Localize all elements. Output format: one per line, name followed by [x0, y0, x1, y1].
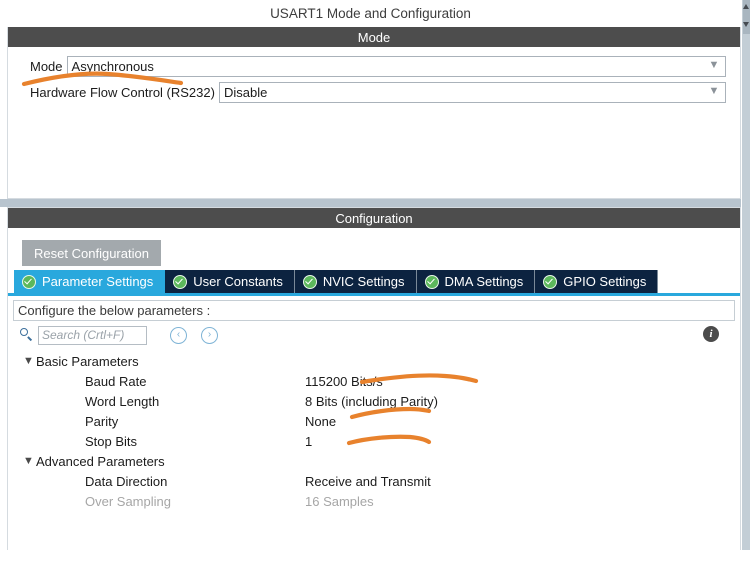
configuration-panel: Configuration Reset Configuration Parame…: [7, 207, 741, 570]
parameter-name: Stop Bits: [85, 433, 138, 449]
info-icon[interactable]: i: [703, 326, 719, 342]
chevron-down-icon: ▼: [23, 354, 34, 367]
reset-button-area: Reset Configuration: [8, 228, 740, 270]
configuration-panel-body: Reset Configuration Parameter Settings U…: [8, 228, 740, 570]
configuration-band-label: Configuration: [8, 208, 740, 228]
parameter-value: 16 Samples: [305, 493, 374, 509]
mode-field-label: Mode: [30, 59, 63, 74]
mode-panel: Mode Mode Asynchronous ▼ Hardware Flow C…: [7, 27, 741, 199]
group-label: Advanced Parameters: [36, 453, 165, 469]
parameter-value: 1: [305, 433, 313, 449]
group-header-basic-parameters[interactable]: ▼ Basic Parameters: [8, 351, 740, 371]
check-circle-icon: [173, 274, 188, 289]
search-previous-button[interactable]: ‹: [170, 326, 187, 344]
tab-label: NVIC Settings: [322, 274, 405, 289]
settings-tab-bar: Parameter Settings User Constants NVIC S…: [8, 270, 740, 296]
hardware-flow-control-label: Hardware Flow Control (RS232): [30, 85, 215, 100]
configure-hint-strip: Configure the below parameters :: [13, 300, 735, 321]
window-title-bar: USART1 Mode and Configuration: [0, 0, 741, 27]
mode-select[interactable]: Asynchronous ▼: [66, 56, 726, 77]
configure-hint-text: Configure the below parameters :: [18, 303, 211, 318]
parameter-name: Baud Rate: [85, 373, 147, 389]
tab-user-constants[interactable]: User Constants: [165, 270, 295, 293]
tab-label: Parameter Settings: [42, 274, 154, 289]
tab-parameter-settings[interactable]: Parameter Settings: [14, 270, 166, 293]
chevron-down-icon: ▼: [23, 454, 34, 467]
tab-label: User Constants: [193, 274, 283, 289]
table-row[interactable]: Data Direction Receive and Transmit: [8, 471, 740, 491]
search-placeholder: Search (Crtl+F): [42, 328, 125, 342]
group-header-advanced-parameters[interactable]: ▼ Advanced Parameters: [8, 451, 740, 471]
tab-nvic-settings[interactable]: NVIC Settings: [294, 270, 417, 293]
tab-dma-settings[interactable]: DMA Settings: [416, 270, 536, 293]
table-row: Over Sampling 16 Samples: [8, 491, 740, 511]
parameter-name: Word Length: [85, 393, 160, 409]
parameter-name: Parity: [85, 413, 119, 429]
check-circle-icon: [424, 274, 439, 289]
panel-divider: [0, 199, 741, 207]
scroll-down-arrow-icon[interactable]: [743, 22, 749, 27]
check-circle-icon: [302, 274, 317, 289]
hardware-flow-control-select[interactable]: Disable ▼: [218, 82, 726, 103]
scroll-up-arrow-icon[interactable]: [743, 4, 749, 9]
mode-field-row: Mode Asynchronous ▼: [8, 56, 740, 77]
check-circle-icon: [22, 274, 36, 289]
parameter-search-row: Search (Crtl+F) ‹ › i: [8, 321, 740, 349]
search-input[interactable]: Search (Crtl+F): [38, 325, 147, 345]
mode-select-value: Asynchronous: [71, 59, 154, 74]
reset-configuration-button[interactable]: Reset Configuration: [22, 240, 161, 266]
mode-band-label: Mode: [8, 27, 740, 47]
usart-configuration-window: USART1 Mode and Configuration Mode Mode …: [0, 0, 750, 570]
parameter-name: Over Sampling: [85, 493, 171, 509]
vertical-scrollbar[interactable]: [741, 0, 750, 550]
search-icon: [20, 328, 34, 342]
search-next-button[interactable]: ›: [201, 326, 218, 344]
parameter-tree: ▼ Basic Parameters Baud Rate 115200 Bits…: [8, 349, 740, 511]
table-row[interactable]: Baud Rate 115200 Bits/s: [8, 371, 740, 391]
parameter-value: Receive and Transmit: [305, 473, 431, 489]
chevron-down-icon: ▼: [708, 59, 720, 71]
chevron-down-icon: ▼: [708, 85, 720, 97]
tab-gpio-settings[interactable]: GPIO Settings: [535, 270, 659, 293]
group-label: Basic Parameters: [36, 353, 139, 369]
tab-label: DMA Settings: [444, 274, 524, 289]
hardware-flow-control-value: Disable: [223, 85, 268, 100]
parameter-value: 115200 Bits/s: [305, 373, 383, 389]
table-row[interactable]: Word Length 8 Bits (including Parity): [8, 391, 740, 411]
tab-label: GPIO Settings: [563, 274, 647, 289]
check-circle-icon: [543, 274, 558, 289]
page-title: USART1 Mode and Configuration: [270, 6, 471, 21]
parameter-value: None: [305, 413, 337, 429]
mode-panel-body: Mode Asynchronous ▼ Hardware Flow Contro…: [8, 47, 740, 103]
hardware-flow-control-field-row: Hardware Flow Control (RS232) Disable ▼: [8, 82, 740, 103]
table-row[interactable]: Stop Bits 1: [8, 431, 740, 451]
parameter-name: Data Direction: [85, 473, 168, 489]
parameter-value: 8 Bits (including Parity): [305, 393, 438, 409]
table-row[interactable]: Parity None: [8, 411, 740, 431]
